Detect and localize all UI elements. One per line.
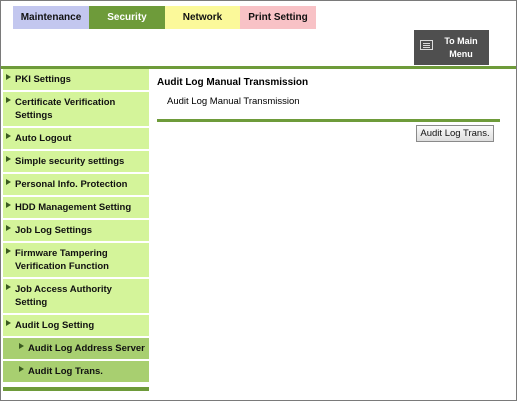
sidebar-item-label: Audit Log Setting [15,320,95,331]
triangle-right-icon [19,366,24,372]
sidebar-item-label: Job Log Settings [15,225,93,236]
to-main-menu-line2: Menu [449,49,473,59]
sidebar-item-label: Audit Log Address Server [28,343,145,354]
triangle-right-icon [19,343,24,349]
sidebar-item-label: Certificate Verification Settings [15,97,116,121]
sidebar-item-label: PKI Settings [15,74,71,85]
sidebar-subitem-audit-log-address-server[interactable]: Audit Log Address Server [3,338,149,361]
sidebar-item-certificate-verification[interactable]: Certificate Verification Settings [3,92,149,128]
triangle-right-icon [6,202,11,208]
menu-list-icon [420,40,433,50]
sidebar-item-auto-logout[interactable]: Auto Logout [3,128,149,151]
triangle-right-icon [6,179,11,185]
sidebar-item-label: Simple security settings [15,156,125,167]
sidebar-item-job-log[interactable]: Job Log Settings [3,220,149,243]
sidebar-item-simple-security[interactable]: Simple security settings [3,151,149,174]
page-subtitle: Audit Log Manual Transmission [167,96,300,107]
page-title: Audit Log Manual Transmission [157,77,309,88]
triangle-right-icon [6,133,11,139]
tab-security[interactable]: Security [89,6,165,29]
triangle-right-icon [6,284,11,290]
to-main-menu-line1: To Main [444,36,478,46]
to-main-menu-button[interactable]: To Main Menu [414,30,489,65]
sidebar-item-hdd-management[interactable]: HDD Management Setting [3,197,149,220]
sidebar: PKI Settings Certificate Verification Se… [3,69,149,391]
triangle-right-icon [6,97,11,103]
sidebar-subitem-audit-log-trans[interactable]: Audit Log Trans. [3,361,149,384]
to-main-menu-label: To Main Menu [436,35,486,61]
sidebar-item-label: Firmware Tampering Verification Function [15,248,109,272]
sidebar-item-label: HDD Management Setting [15,202,132,213]
sidebar-item-pki-settings[interactable]: PKI Settings [3,69,149,92]
sidebar-bottom-divider [3,387,149,391]
app-window: Maintenance Security Network Print Setti… [0,0,517,401]
triangle-right-icon [6,156,11,162]
content-divider [157,119,500,122]
triangle-right-icon [6,225,11,231]
tab-print-setting[interactable]: Print Setting [240,6,316,29]
sidebar-item-label: Auto Logout [15,133,72,144]
sidebar-item-label: Job Access Authority Setting [15,284,112,308]
sidebar-item-label: Audit Log Trans. [28,366,103,377]
sidebar-item-personal-info[interactable]: Personal Info. Protection [3,174,149,197]
sidebar-item-label: Personal Info. Protection [15,179,128,190]
triangle-right-icon [6,74,11,80]
audit-log-trans-button[interactable]: Audit Log Trans. [416,125,494,142]
sidebar-item-job-access-authority[interactable]: Job Access Authority Setting [3,279,149,315]
triangle-right-icon [6,320,11,326]
sidebar-item-audit-log-setting[interactable]: Audit Log Setting [3,315,149,338]
triangle-right-icon [6,248,11,254]
sidebar-item-firmware-tampering[interactable]: Firmware Tampering Verification Function [3,243,149,279]
top-tabs: Maintenance Security Network Print Setti… [13,6,316,29]
tab-network[interactable]: Network [165,6,240,29]
tab-maintenance[interactable]: Maintenance [13,6,89,29]
